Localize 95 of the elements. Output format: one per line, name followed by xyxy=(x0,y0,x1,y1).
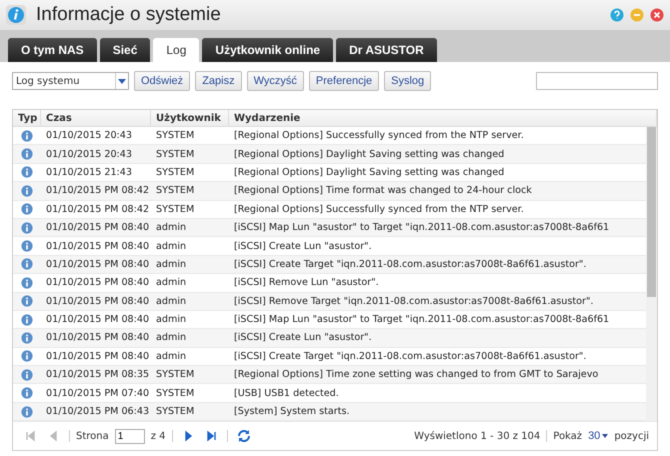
info-icon xyxy=(21,222,33,234)
user-cell-text: SYSTEM xyxy=(155,148,196,162)
toolbar-button[interactable]: Preferencje xyxy=(308,71,380,91)
tab[interactable]: Dr ASUSTOR xyxy=(336,38,437,62)
toolbar-button[interactable]: Syslog xyxy=(384,71,432,91)
info-icon xyxy=(21,184,33,197)
event-cell-text: [iSCSI] Create Target "iqn.2011-08.com.asustor:as7008t-8a6f61.asustor". xyxy=(233,350,588,364)
info-icon xyxy=(21,130,33,142)
event-cell-text: [Regional Options] Daylight Saving setting was changed xyxy=(233,166,506,180)
info-icon xyxy=(21,203,33,216)
time-cell-text: 01/10/2015 PM 08:40 xyxy=(45,331,150,346)
time-cell-text: 01/10/2015 PM 08:40 xyxy=(45,221,150,236)
time-cell-text: 01/10/2015 PM 07:40 xyxy=(45,386,150,401)
toolbar-button[interactable]: Wyczyść xyxy=(246,71,304,91)
event-cell-text: [Regional Options] Time zone setting was changed to from GMT to Sarajevo xyxy=(233,368,600,382)
column-header[interactable]: Użytkownik xyxy=(151,110,229,126)
user-cell-text: SYSTEM xyxy=(155,129,196,144)
info-icon xyxy=(21,258,33,270)
info-icon xyxy=(21,387,33,400)
log-type-dropdown[interactable]: Log systemu xyxy=(12,72,129,90)
records-summary: Wyświetlono 1 - 30 z 104 xyxy=(414,430,540,442)
user-cell-text: admin xyxy=(155,331,188,346)
event-cell-text: [USB] USB1 detected. xyxy=(233,386,340,401)
time-cell-text: 01/10/2015 PM 08:42 xyxy=(45,184,150,198)
caret-icon xyxy=(118,78,126,84)
info-icon xyxy=(21,350,33,362)
close-icon[interactable] xyxy=(650,8,664,22)
time-cell-text: 01/10/2015 21:43 xyxy=(45,166,133,180)
info-icon xyxy=(21,276,33,289)
page-label: Strona xyxy=(76,430,109,442)
toolbar-button[interactable]: Odśwież xyxy=(134,71,190,91)
event-cell-text: [System] System starts. xyxy=(233,405,351,420)
time-cell-text: 01/10/2015 PM 08:35 xyxy=(45,368,150,382)
event-cell-text: [iSCSI] Map Lun "asustor" to Target "iqn.2011-08.com.asustor:as7008t-8a6f61 xyxy=(233,221,610,236)
event-cell-text: [Regional Options] Successfully synced from the NTP server. xyxy=(233,129,525,144)
page-number-field[interactable]: 1 xyxy=(114,428,145,444)
user-cell-text: admin xyxy=(155,221,188,236)
info-icon xyxy=(21,240,33,252)
user-cell-text: admin xyxy=(155,313,188,328)
event-cell-text: [Regional Options] Daylight Saving setting was changed xyxy=(233,148,506,162)
info-icon xyxy=(21,314,33,326)
user-cell-text: admin xyxy=(155,294,188,309)
time-cell-text: 01/10/2015 20:43 xyxy=(45,148,133,162)
event-cell-text: [iSCSI] Create Target "iqn.2011-08.com.asustor:as7008t-8a6f61.asustor". xyxy=(233,258,588,272)
user-cell-text: SYSTEM xyxy=(155,184,196,198)
time-cell-text: 01/10/2015 PM 08:40 xyxy=(45,258,150,272)
tab[interactable]: Log xyxy=(153,38,200,62)
help-icon[interactable] xyxy=(610,8,624,22)
event-cell-text: [iSCSI] Create Lun "asustor". xyxy=(233,331,373,346)
show-label: Pokaż xyxy=(553,430,582,442)
column-header[interactable]: Wydarzenie xyxy=(229,110,657,126)
window-title: Informacje o systemie xyxy=(36,4,222,26)
event-cell-text: [iSCSI] Create Lun "asustor". xyxy=(233,240,373,254)
page-count: z 4 xyxy=(150,430,166,442)
time-cell-text: 01/10/2015 PM 06:43 xyxy=(45,405,150,420)
info-icon xyxy=(21,332,33,344)
user-cell-text: admin xyxy=(155,276,188,290)
column-header[interactable]: Czas xyxy=(41,110,151,126)
time-cell-text: 01/10/2015 PM 08:40 xyxy=(45,240,150,254)
tab[interactable]: O tym NAS xyxy=(8,38,97,62)
column-header[interactable]: Typ xyxy=(13,110,41,126)
user-cell-text: SYSTEM xyxy=(155,202,196,217)
time-cell-text: 01/10/2015 PM 08:40 xyxy=(45,276,150,290)
event-cell-text: [iSCSI] Remove Lun "asustor". xyxy=(233,276,380,290)
search-field[interactable] xyxy=(536,72,658,90)
tab[interactable]: Sieć xyxy=(100,38,150,62)
info-app-icon xyxy=(6,5,26,25)
event-cell-text: [Regional Options] Time format was changed to 24-hour clock xyxy=(233,184,533,198)
time-cell-text: 01/10/2015 PM 08:40 xyxy=(45,294,150,309)
minimize-icon[interactable] xyxy=(630,8,644,22)
caret-icon xyxy=(602,434,608,438)
user-cell-text: admin xyxy=(155,258,188,272)
time-cell-text: 01/10/2015 PM 08:40 xyxy=(45,350,150,364)
user-cell-text: SYSTEM xyxy=(155,405,196,420)
toolbar-button[interactable]: Zapisz xyxy=(195,71,242,91)
event-cell-text: [Regional Options] Successfully synced from the NTP server. xyxy=(233,202,525,217)
info-icon xyxy=(21,166,33,178)
scrollbar[interactable] xyxy=(646,127,657,422)
time-cell-text: 01/10/2015 PM 08:40 xyxy=(45,313,150,328)
info-icon xyxy=(21,368,33,381)
info-icon xyxy=(21,148,33,160)
event-cell-text: [iSCSI] Remove Target "iqn.2011-08.com.asustor:as7008t-8a6f61.asustor". xyxy=(233,294,594,309)
items-label: pozycji xyxy=(614,430,649,442)
user-cell-text: SYSTEM xyxy=(155,368,196,382)
time-cell-text: 01/10/2015 20:43 xyxy=(45,129,133,144)
user-cell-text: admin xyxy=(155,240,188,254)
info-icon xyxy=(21,295,33,308)
user-cell-text: SYSTEM xyxy=(155,166,196,180)
event-cell-text: [iSCSI] Map Lun "asustor" to Target "iqn.2011-08.com.asustor:as7008t-8a6f61 xyxy=(233,313,610,328)
time-cell-text: 01/10/2015 PM 08:42 xyxy=(45,202,150,217)
info-icon xyxy=(21,406,33,418)
user-cell-text: SYSTEM xyxy=(155,386,196,401)
tab[interactable]: Użytkownik online xyxy=(202,38,334,62)
user-cell-text: admin xyxy=(155,350,188,364)
page-size-dropdown[interactable]: 30 xyxy=(588,430,608,442)
